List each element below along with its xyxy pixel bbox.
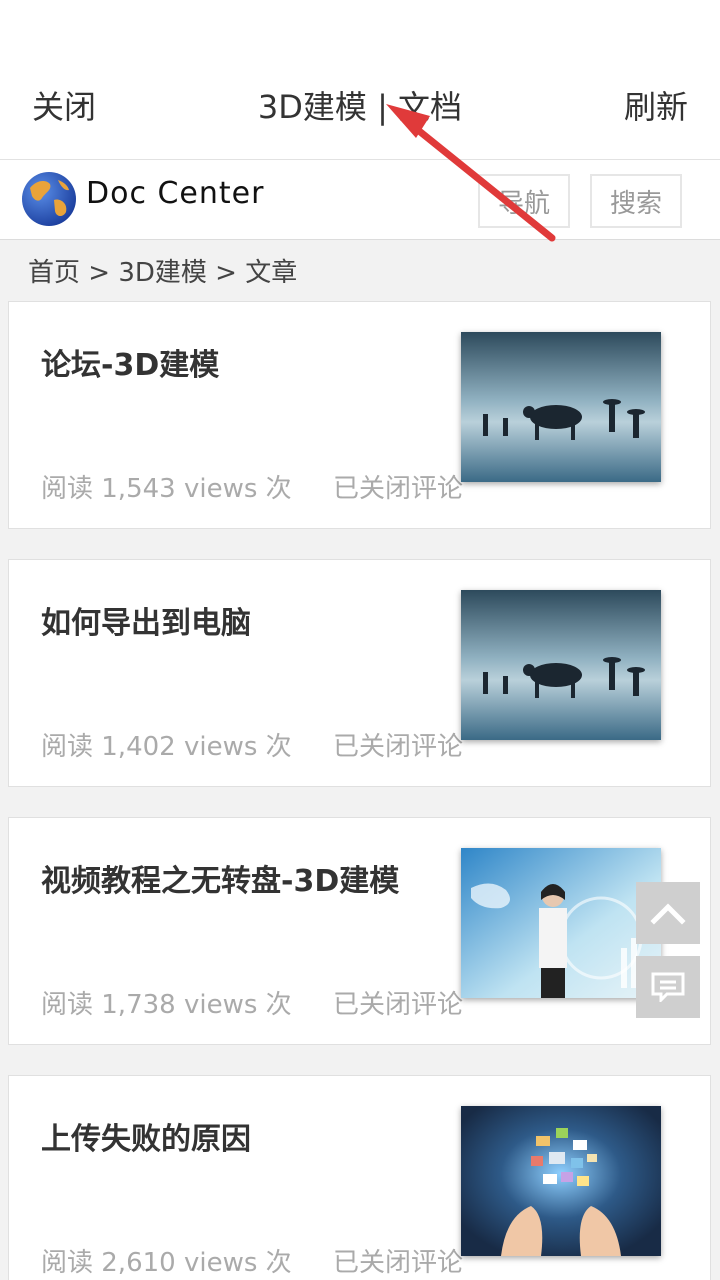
article-card[interactable]: 如何导出到电脑 阅读 1,402 views 次 已关闭评论	[8, 559, 711, 787]
site-logo-text[interactable]: Doc Center	[86, 176, 264, 211]
article-title[interactable]: 视频教程之无转盘-3D建模	[41, 856, 399, 900]
article-views: 阅读 1,738 views 次	[41, 990, 292, 1020]
title-bar: 关闭 3D建模 | 文档 刷新	[0, 52, 720, 160]
search-button[interactable]: 搜索	[590, 174, 682, 228]
article-comments-status: 已关闭评论	[333, 1248, 464, 1278]
nav-button[interactable]: 导航	[478, 174, 570, 228]
woman-tech-interface-image	[461, 848, 661, 998]
back-to-top-button[interactable]	[636, 882, 700, 944]
buffalo-scene-image	[461, 590, 661, 740]
site-header: Doc Center 导航 搜索	[0, 160, 720, 240]
globe-logo-icon[interactable]	[20, 170, 78, 228]
article-title[interactable]: 上传失败的原因	[41, 1114, 251, 1158]
status-bar-space	[0, 0, 720, 52]
comment-icon	[651, 972, 685, 1002]
article-title[interactable]: 论坛-3D建模	[41, 340, 219, 384]
article-views: 阅读 2,610 views 次	[41, 1248, 292, 1278]
article-comments-status: 已关闭评论	[333, 990, 464, 1020]
hands-holding-images-image	[461, 1106, 661, 1256]
article-thumbnail[interactable]	[461, 332, 661, 482]
breadcrumb: 首页 > 3D建模 > 文章	[28, 258, 298, 288]
article-thumbnail[interactable]	[461, 1106, 661, 1256]
article-views: 阅读 1,402 views 次	[41, 732, 292, 762]
article-comments-status: 已关闭评论	[333, 732, 464, 762]
page-title: 3D建模 | 文档	[257, 88, 463, 126]
article-views: 阅读 1,543 views 次	[41, 474, 292, 504]
article-thumbnail[interactable]	[461, 848, 661, 998]
refresh-button[interactable]: 刷新	[624, 82, 688, 128]
buffalo-scene-image	[461, 332, 661, 482]
article-thumbnail[interactable]	[461, 590, 661, 740]
article-card[interactable]: 上传失败的原因 阅读 2,610 views 次 已关闭评论	[8, 1075, 711, 1280]
chevron-up-icon	[650, 903, 686, 925]
article-card[interactable]: 论坛-3D建模 阅读 1,543 views 次 已关闭评论	[8, 301, 711, 529]
article-card[interactable]: 视频教程之无转盘-3D建模 阅读 1,738 views 次 已关闭评论	[8, 817, 711, 1045]
article-title[interactable]: 如何导出到电脑	[41, 598, 251, 642]
article-comments-status: 已关闭评论	[333, 474, 464, 504]
comment-button[interactable]	[636, 956, 700, 1018]
